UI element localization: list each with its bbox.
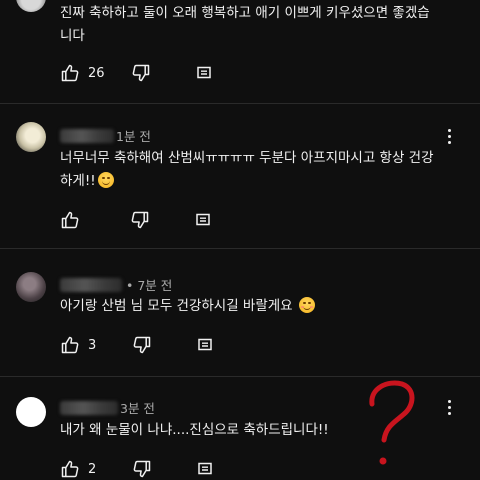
reply-button[interactable] (196, 336, 214, 354)
avatar[interactable] (16, 397, 46, 427)
comment-timestamp: 3분 전 (120, 401, 155, 416)
comment-text: 너무너무 축하해여 산범씨ㅠㅠㅠㅠ 두분다 아프지마시고 항상 건강 하게!! (60, 147, 460, 193)
comments-feed: 진짜 축하하고 둘이 오래 행복하고 애기 이쁘게 키우셨으면 좋겠습 니다 2… (0, 0, 480, 480)
thumbs-down-icon (131, 211, 149, 229)
comment-text-line: 니다 (60, 28, 85, 44)
like-button[interactable] (60, 210, 88, 230)
avatar[interactable] (16, 272, 46, 302)
comment-actions: 3 (60, 335, 214, 355)
comment-meta: 1분 전 (60, 126, 151, 145)
comment-reply-icon (196, 66, 211, 79)
smiling-blush-face-icon (298, 297, 315, 313)
comment-meta: 3분 전 (60, 398, 155, 417)
comment-text-line: 아기랑 산범 님 모두 건강하시길 바랄게요 (60, 298, 293, 314)
divider (0, 376, 480, 377)
dislike-button[interactable] (131, 63, 151, 83)
avatar[interactable] (16, 0, 46, 12)
question-mark-annotation (369, 380, 415, 465)
comment-text-line: 진짜 축하하고 둘이 오래 행복하고 애기 이쁘게 키우셨으면 좋겠습 (60, 5, 430, 21)
comment-text-line: 하게!! (60, 173, 96, 189)
more-options-button[interactable] (442, 126, 458, 148)
thumbs-down-icon (132, 64, 149, 82)
reply-button[interactable] (194, 211, 212, 229)
smiling-face-icon (97, 172, 114, 188)
thumbs-down-icon (133, 336, 151, 354)
avatar[interactable] (16, 122, 46, 152)
reply-button[interactable] (195, 64, 213, 82)
comment-actions (60, 210, 212, 230)
like-count: 26 (88, 65, 105, 81)
comment-text: 아기랑 산범 님 모두 건강하시길 바랄게요 (60, 295, 460, 318)
like-button[interactable]: 26 (60, 63, 105, 83)
comment-text-line: 내가 왜 눈물이 나냐....진심으로 축하드립니다!! (60, 422, 329, 438)
comment-reply-icon (198, 462, 213, 475)
comment-meta: • 7분 전 (60, 275, 172, 294)
comment-text-line: 너무너무 축하해여 산범씨ㅠㅠㅠㅠ 두분다 아프지마시고 항상 건강 (60, 150, 434, 166)
more-options-button[interactable] (442, 397, 458, 419)
like-count: 2 (88, 461, 97, 477)
like-button[interactable]: 2 (60, 459, 96, 479)
author-name-blurred[interactable] (60, 400, 118, 415)
thumbs-up-icon (61, 460, 79, 478)
reply-button[interactable] (196, 460, 214, 478)
comment-actions: 26 (60, 63, 213, 83)
comment-timestamp: • 7분 전 (126, 278, 173, 293)
comment-timestamp: 1분 전 (116, 129, 151, 144)
dislike-button[interactable] (132, 459, 152, 479)
divider (0, 248, 480, 249)
comment-text: 진짜 축하하고 둘이 오래 행복하고 애기 이쁘게 키우셨으면 좋겠습 니다 (60, 2, 460, 48)
comment-reply-icon (196, 213, 210, 226)
thumbs-up-icon (61, 336, 79, 354)
like-button[interactable]: 3 (60, 335, 96, 355)
dislike-button[interactable] (132, 335, 152, 355)
thumbs-down-icon (133, 460, 151, 478)
author-name-blurred[interactable] (60, 128, 114, 143)
comment-actions: 2 (60, 459, 214, 479)
comment-reply-icon (198, 338, 213, 351)
author-name-blurred[interactable] (60, 277, 122, 292)
dislike-button[interactable] (130, 210, 150, 230)
divider (0, 103, 480, 104)
like-count: 3 (88, 337, 97, 353)
thumbs-up-icon (61, 211, 79, 229)
thumbs-up-icon (61, 64, 79, 82)
